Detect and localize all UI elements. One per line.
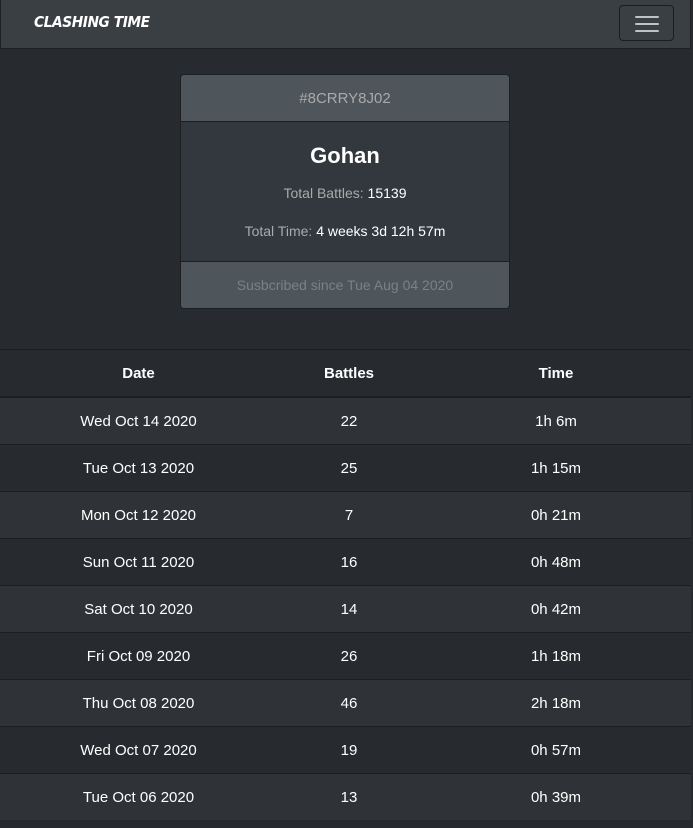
player-tag: #8CRRY8J02 (181, 75, 509, 122)
date-cell: Tue Oct 13 2020 (0, 444, 277, 492)
battles-cell: 13 (277, 773, 421, 820)
total-battles-value: 15139 (367, 185, 407, 201)
column-header-date: Date (0, 349, 277, 398)
brand-logo[interactable]: CLASHING TIME (34, 13, 150, 31)
table-row: Wed Oct 07 2020 19 0h 57m (0, 726, 691, 774)
navbar: CLASHING TIME (0, 0, 691, 49)
time-cell: 0h 42m (421, 585, 691, 633)
date-cell: Sun Oct 11 2020 (0, 538, 277, 586)
date-cell: Wed Oct 14 2020 (0, 396, 277, 445)
time-cell: 0h 48m (421, 538, 691, 586)
battles-cell: 25 (277, 444, 421, 492)
battles-cell: 19 (277, 726, 421, 774)
player-name: Gohan (310, 143, 380, 168)
time-cell: 1h 6m (421, 396, 691, 445)
table-row: Sun Oct 11 2020 16 0h 48m (0, 538, 691, 586)
time-cell: 0h 39m (421, 773, 691, 820)
table-row: Fri Oct 09 2020 26 1h 18m (0, 632, 691, 680)
column-header-time: Time (421, 349, 691, 398)
time-cell: 0h 57m (421, 726, 691, 774)
total-time-label: Total Time: (244, 223, 313, 239)
table-row: Tue Oct 13 2020 25 1h 15m (0, 444, 691, 492)
table-row: Sat Oct 10 2020 14 0h 42m (0, 585, 691, 633)
date-cell: Thu Oct 08 2020 (0, 679, 277, 727)
table-row: Mon Oct 12 2020 7 0h 21m (0, 491, 691, 539)
table-row: Wed Oct 14 2020 22 1h 6m (0, 396, 691, 445)
table-row: Tue Oct 06 2020 13 0h 39m (0, 773, 691, 820)
table-header-row: Date Battles Time (0, 349, 691, 398)
total-battles: Total Battles: 15139 (181, 185, 509, 201)
time-cell: 1h 15m (421, 444, 691, 492)
time-cell: 2h 18m (421, 679, 691, 727)
date-cell: Wed Oct 07 2020 (0, 726, 277, 774)
date-cell: Sat Oct 10 2020 (0, 585, 277, 633)
total-battles-label: Total Battles: (283, 185, 364, 201)
column-header-battles: Battles (277, 349, 421, 398)
hamburger-menu-button[interactable] (619, 5, 674, 41)
battles-cell: 22 (277, 396, 421, 445)
battles-cell: 16 (277, 538, 421, 586)
battle-history-table: Date Battles Time Wed Oct 14 2020 22 1h … (0, 349, 691, 820)
date-cell: Tue Oct 06 2020 (0, 773, 277, 820)
profile-card: #8CRRY8J02 Gohan Total Battles: 15139 To… (180, 74, 510, 309)
total-time-value: 4 weeks 3d 12h 57m (316, 223, 446, 239)
subscribed-since: Susbcribed since Tue Aug 04 2020 (181, 261, 509, 308)
date-cell: Fri Oct 09 2020 (0, 632, 277, 680)
time-cell: 0h 21m (421, 491, 691, 539)
battles-cell: 14 (277, 585, 421, 633)
battles-cell: 46 (277, 679, 421, 727)
battles-cell: 26 (277, 632, 421, 680)
total-time: Total Time: 4 weeks 3d 12h 57m (181, 223, 509, 239)
battles-cell: 7 (277, 491, 421, 539)
date-cell: Mon Oct 12 2020 (0, 491, 277, 539)
table-row: Thu Oct 08 2020 46 2h 18m (0, 679, 691, 727)
time-cell: 1h 18m (421, 632, 691, 680)
